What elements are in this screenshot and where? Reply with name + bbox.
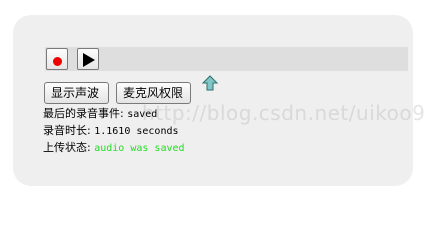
control-track xyxy=(45,47,408,71)
upload-status-value: audio was saved xyxy=(94,143,185,154)
show-waveform-button[interactable]: 显示声波 xyxy=(44,82,109,104)
duration-label: 录音时长: xyxy=(43,124,91,137)
last-event-value: saved xyxy=(127,109,158,120)
play-icon xyxy=(83,53,95,67)
play-button[interactable] xyxy=(77,48,99,70)
up-arrow-icon[interactable] xyxy=(201,75,219,93)
last-event-row: 最后的录音事件: saved xyxy=(43,107,157,122)
watermark: http://blog.csdn.net/uikoo9 xyxy=(142,101,426,125)
record-dot-icon xyxy=(53,57,62,66)
upload-status-row: 上传状态: audio was saved xyxy=(43,141,185,156)
upload-status-label: 上传状态: xyxy=(43,141,91,154)
last-event-label: 最后的录音事件: xyxy=(43,107,124,120)
record-button[interactable] xyxy=(46,48,68,70)
duration-value: 1.1610 seconds xyxy=(94,126,179,137)
duration-row: 录音时长: 1.1610 seconds xyxy=(43,124,179,139)
